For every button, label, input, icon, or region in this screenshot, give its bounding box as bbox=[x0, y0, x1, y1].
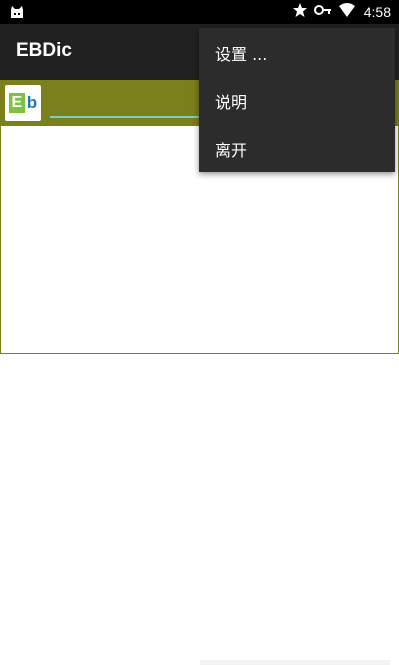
star-icon bbox=[292, 2, 308, 22]
bottom-edge-hint bbox=[200, 660, 390, 665]
menu-item-help[interactable]: 说明 bbox=[199, 76, 395, 124]
logo-letter-b: b bbox=[26, 93, 38, 112]
wifi-icon bbox=[338, 2, 356, 22]
status-icons: 4:58 bbox=[292, 0, 391, 24]
search-input[interactable] bbox=[50, 94, 220, 118]
clock-time: 4:58 bbox=[363, 4, 391, 20]
menu-item-exit-label: 离开 bbox=[215, 141, 248, 160]
app-title: EBDic bbox=[16, 40, 72, 61]
logo-letter-e: E bbox=[8, 93, 25, 113]
key-icon bbox=[313, 2, 332, 22]
menu-item-settings-label: 设置 ... bbox=[215, 45, 268, 64]
status-bar: 4:58 bbox=[0, 0, 399, 24]
menu-item-exit[interactable]: 离开 bbox=[199, 124, 395, 172]
app-logo: E b bbox=[5, 85, 41, 121]
android-cat-icon bbox=[9, 4, 25, 20]
menu-item-help-label: 说明 bbox=[215, 93, 248, 112]
overflow-menu: 设置 ... 说明 离开 bbox=[199, 28, 395, 172]
menu-item-settings[interactable]: 设置 ... bbox=[199, 28, 395, 76]
